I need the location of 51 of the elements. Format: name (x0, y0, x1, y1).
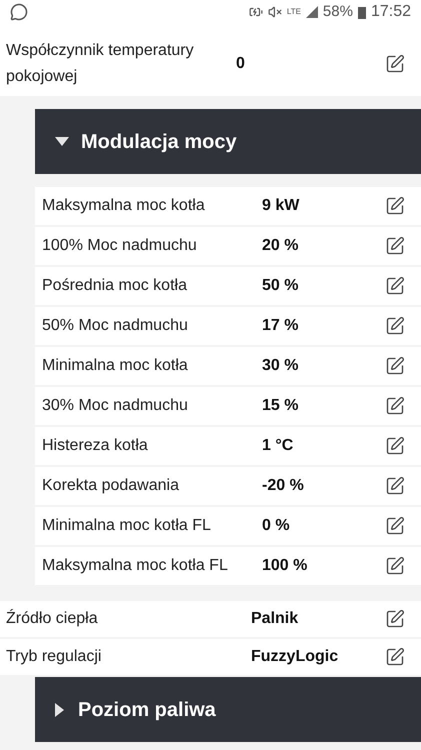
setting-label: 50% Moc nadmuchu (42, 316, 189, 336)
battery-level: 58% (322, 2, 353, 22)
setting-label: Korekta podawania (42, 476, 180, 496)
edit-button[interactable] (385, 236, 405, 256)
edit-button[interactable] (385, 647, 405, 667)
edit-button[interactable] (385, 54, 405, 74)
battery-icon (358, 6, 366, 18)
edit-button[interactable] (385, 476, 405, 496)
setting-label: 30% Moc nadmuchu (42, 396, 189, 416)
setting-label: Minimalna moc kotła FL (42, 516, 212, 536)
chat-app-icon (10, 3, 28, 21)
signal-icon (306, 6, 318, 18)
setting-label: Tryb regulacji (6, 647, 102, 667)
edit-button[interactable] (385, 516, 405, 536)
battery-charging-icon (248, 5, 263, 19)
section-header[interactable]: Modulacja mocy (35, 109, 421, 174)
edit-button[interactable] (385, 356, 405, 376)
setting-label: Współczynnik temperatury pokojowej (6, 41, 195, 87)
setting-value: 9 kW (262, 196, 300, 216)
section-header[interactable]: Poziom paliwa (35, 677, 421, 742)
setting-value: 100 % (262, 556, 308, 576)
setting-value: 30 % (262, 356, 298, 376)
edit-button[interactable] (385, 436, 405, 456)
network-type: LTE (286, 6, 301, 18)
setting-value: 17 % (262, 316, 298, 336)
mute-icon (268, 5, 282, 19)
setting-value: 0 % (262, 516, 290, 536)
setting-value: 20 % (262, 236, 298, 256)
edit-button[interactable] (385, 196, 405, 216)
caret-down-icon (55, 137, 69, 146)
setting-label: Maksymalna moc kotła (42, 196, 206, 216)
setting-label: 100% Moc nadmuchu (42, 236, 198, 256)
edit-button[interactable] (385, 276, 405, 296)
setting-value: 15 % (262, 396, 298, 416)
edit-button[interactable] (385, 609, 405, 629)
setting-label: Maksymalna moc kotła FL (42, 556, 229, 576)
edit-button[interactable] (385, 556, 405, 576)
setting-value: -20 % (262, 476, 304, 496)
setting-label: Histereza kotła (42, 436, 149, 456)
setting-value: 1 °C (262, 436, 294, 456)
setting-label: Minimalna moc kotła (42, 356, 189, 376)
setting-label: Pośrednia moc kotła (42, 276, 188, 296)
edit-button[interactable] (385, 316, 405, 336)
setting-value: Palnik (251, 609, 298, 629)
setting-value: FuzzyLogic (251, 647, 338, 667)
clock: 17:52 (370, 2, 411, 22)
caret-right-icon (55, 702, 64, 716)
setting-value: 0 (236, 54, 245, 74)
setting-value: 50 % (262, 276, 298, 296)
setting-label: Źródło ciepła (6, 608, 99, 629)
edit-button[interactable] (385, 396, 405, 416)
